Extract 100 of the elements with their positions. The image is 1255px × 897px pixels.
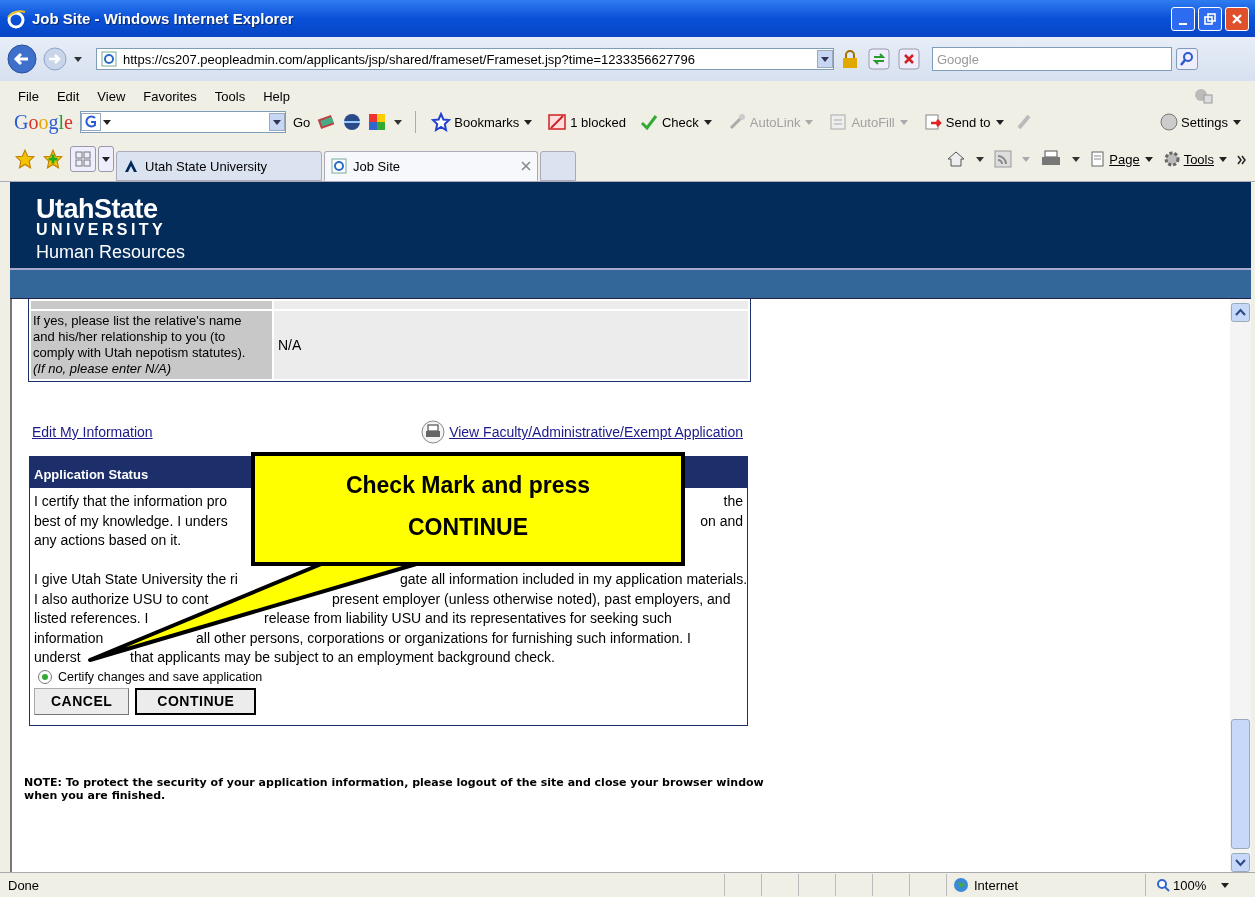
dropdown-icon[interactable] — [817, 50, 833, 68]
close-tab-icon[interactable] — [521, 161, 531, 171]
caret-icon — [899, 119, 908, 125]
globe-icon[interactable] — [342, 112, 363, 132]
google-search-field[interactable] — [79, 111, 286, 133]
back-button[interactable] — [6, 43, 38, 75]
body-text: all other persons, corporations or organizations for furnishing such information. I — [196, 628, 691, 648]
blocked-window-icon — [547, 112, 568, 132]
caret-icon[interactable] — [976, 156, 985, 162]
site-subtitle: Human Resources — [36, 242, 186, 263]
caret-icon — [102, 119, 111, 125]
menu-item[interactable]: Favorites — [135, 88, 205, 104]
toolbar-button[interactable]: 1 blocked — [543, 112, 630, 132]
window-title: Job Site - Windows Internet Explorer — [32, 10, 295, 27]
search-button[interactable] — [1176, 48, 1198, 70]
feed-icon[interactable] — [994, 150, 1013, 168]
body-text: information — [34, 629, 104, 646]
menu-item[interactable]: Help — [255, 88, 298, 104]
page-icon — [331, 158, 347, 174]
gear-icon — [1162, 150, 1181, 168]
body-text: that applicants may be subject to an employment background check. — [130, 648, 555, 667]
radio-button[interactable] — [38, 669, 52, 684]
scroll-up-icon[interactable] — [1231, 303, 1250, 322]
search-icon — [1179, 51, 1195, 67]
form-icon — [828, 112, 849, 132]
edit-link[interactable]: Edit My Information — [32, 424, 153, 440]
cancel-button[interactable]: CANCEL — [34, 687, 130, 715]
logo-text: UtahState — [36, 196, 158, 222]
caret-icon — [102, 156, 110, 162]
home-icon[interactable] — [946, 149, 967, 169]
refresh-icon[interactable] — [868, 48, 890, 70]
toolbar-button[interactable]: Send to — [918, 112, 1010, 132]
scroll-down-icon[interactable] — [1231, 853, 1250, 872]
body-text: I also authorize USU to cont — [34, 590, 209, 607]
continue-button[interactable]: CONTINUE — [135, 687, 257, 715]
page-icon — [1090, 150, 1107, 168]
restore-button[interactable] — [1198, 6, 1222, 31]
body-text: on and — [700, 511, 743, 531]
zoom-button[interactable]: 100% — [1145, 874, 1245, 896]
caret-icon[interactable] — [74, 56, 82, 62]
body-text: release from liability USU and its representatives for seeking such — [264, 609, 672, 628]
security-note: NOTE: To protect the security of your application information, please logout of the site and close your browser window when you are finished. — [24, 775, 764, 802]
tab-list-button[interactable] — [98, 146, 114, 172]
tools-menu-button[interactable]: Tools — [1162, 150, 1229, 168]
body-text: underst — [34, 649, 81, 665]
table-cell: N/A — [274, 311, 748, 379]
padlock-icon[interactable] — [840, 49, 860, 69]
address-field[interactable]: https://cs207.peopleadmin.com/applicants/jsp/shared/frameset/Frameset.jsp?time=1233356627796 — [96, 48, 834, 70]
toolbar-button[interactable]: Bookmarks — [427, 112, 539, 132]
caret-icon[interactable] — [394, 119, 403, 125]
check-icon — [638, 112, 659, 132]
settings-button[interactable]: Settings — [1156, 113, 1247, 131]
globe-icon — [953, 877, 969, 893]
toolbar-button[interactable]: Check — [634, 112, 718, 132]
go-button[interactable]: Go — [290, 114, 313, 130]
star-icon — [431, 112, 452, 132]
grid-icon — [74, 150, 92, 168]
caret-icon — [703, 119, 712, 125]
chevron-icon[interactable] — [1237, 155, 1247, 165]
g-logo-icon — [80, 113, 101, 131]
radio-label[interactable]: Certify changes and save application — [58, 669, 263, 684]
browser-tab[interactable]: Utah State University — [116, 151, 322, 181]
body-text: listed references. I — [34, 610, 149, 626]
body-text: gate all information included in my application materials. — [400, 570, 748, 589]
restore-icon — [1204, 12, 1216, 25]
caret-icon — [995, 119, 1004, 125]
caret-icon — [1233, 119, 1241, 125]
minimize-button[interactable] — [1171, 6, 1195, 31]
menu-item[interactable]: View — [89, 88, 134, 104]
printer-icon — [421, 420, 446, 444]
body-text: present employer (unless otherwise noted), past employers, and — [332, 589, 731, 609]
dropdown-icon[interactable] — [268, 113, 285, 131]
scrollbar[interactable] — [1230, 299, 1251, 872]
logo-text: UNIVERSITY — [36, 222, 166, 238]
view-application-link[interactable]: View Faculty/Administrative/Exempt Application — [449, 424, 743, 440]
close-button[interactable] — [1225, 6, 1249, 31]
letter-a-logo-icon — [123, 158, 139, 174]
caret-icon — [1144, 156, 1153, 162]
stop-icon[interactable] — [898, 48, 920, 70]
page-icon — [101, 51, 117, 67]
menu-item[interactable]: Tools — [206, 88, 254, 104]
caret-icon — [524, 119, 533, 125]
add-favorite-icon[interactable] — [42, 148, 64, 170]
body-text: I give Utah State University the ri — [34, 571, 238, 587]
scroll-thumb[interactable] — [1231, 719, 1250, 849]
table-cell: If yes, please list the relative's name and his/her relationship to you (to comply with Utah nepotism statutes). (If no, please enter N/A) — [31, 311, 272, 379]
menu-item[interactable]: File — [10, 88, 47, 104]
google-logo: Google — [14, 110, 73, 134]
blocks-icon[interactable] — [367, 112, 388, 132]
browser-tab[interactable]: Job Site — [324, 151, 538, 181]
body-text: the — [723, 492, 743, 511]
callout-note: Check Mark and press CONTINUE — [251, 452, 685, 566]
page-menu-button[interactable]: Page — [1090, 150, 1155, 168]
caret-icon — [805, 119, 814, 125]
body-text: best of my knowledge. I unders — [34, 511, 228, 531]
close-icon — [1231, 12, 1243, 25]
caret-icon[interactable] — [1072, 156, 1081, 162]
favorites-star-icon[interactable] — [14, 148, 36, 170]
send-page-icon — [922, 112, 943, 132]
menu-item[interactable]: Edit — [48, 88, 88, 104]
